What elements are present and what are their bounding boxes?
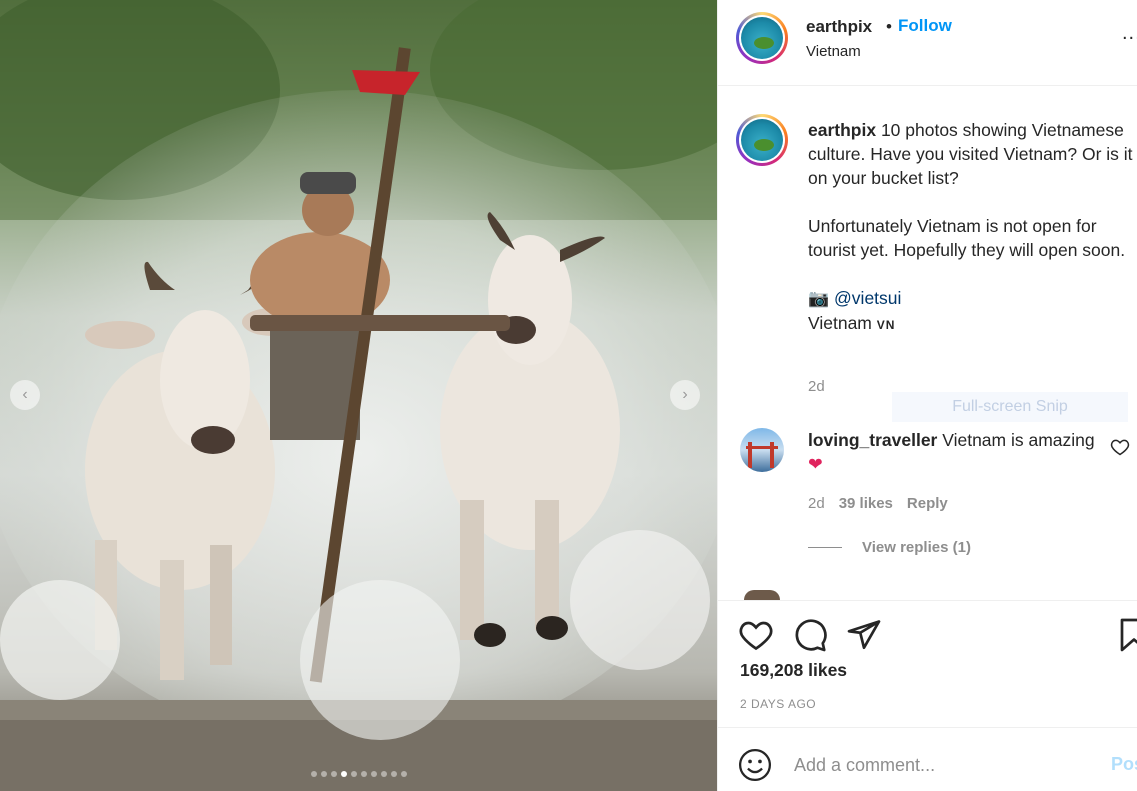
comment-likes[interactable]: 39 likes [839,495,893,512]
caption-location-line: Vietnam VN [808,311,1133,337]
view-replies-label: View replies (1) [862,539,971,556]
comment-meta: 2d 39 likes Reply [808,495,948,512]
comment-input[interactable] [794,752,1094,778]
mention-link[interactable]: @vietsui [834,288,901,308]
carousel-dot [360,771,367,777]
share-icon[interactable] [846,617,882,653]
chevron-right-icon: › [682,386,688,403]
caption-location-text: Vietnam [808,313,872,333]
bookmark-icon[interactable] [1116,617,1137,653]
caption-avatar[interactable] [736,114,788,166]
replies-divider [808,547,842,548]
view-replies-button[interactable]: View replies (1) [808,539,971,556]
caption-credit: 📷 @vietsui [808,286,1133,311]
post-photo[interactable]: ‹ › [0,0,717,791]
post-timestamp[interactable]: 2 DAYS AGO [740,697,816,711]
carousel-next-button[interactable]: › [670,380,700,410]
chevron-left-icon: ‹ [22,386,28,403]
commenter-avatar[interactable] [740,428,784,472]
caption-timestamp[interactable]: 2d [808,378,825,395]
carousel-dot [390,771,397,777]
carousel-prev-button[interactable]: ‹ [10,380,40,410]
comment-body: Vietnam is amazing [937,430,1095,450]
carousel-dot [340,771,347,777]
carousel-dot [400,771,407,777]
carousel-dot [380,771,387,777]
comment-text: loving_traveller Vietnam is amazing ❤ [808,428,1108,476]
follow-button[interactable]: Follow [898,16,952,36]
instagram-post-view: ‹ › earthpix • Follow Vietnam ... [0,0,1137,791]
comment-timestamp[interactable]: 2d [808,495,825,512]
reply-button[interactable]: Reply [907,495,948,512]
carousel-dot [320,771,327,777]
emoji-icon[interactable] [738,748,772,782]
post-side-panel: earthpix • Follow Vietnam ... earthpix 1… [717,0,1137,791]
camera-icon: 📷 [808,289,830,308]
photo-illustration [0,0,717,791]
carousel-dots [0,771,717,777]
action-bar [718,600,1137,660]
comment-username[interactable]: loving_traveller [808,430,937,450]
post-caption: earthpix 10 photos showing Vietnamese cu… [808,118,1133,337]
red-heart-icon: ❤ [808,454,823,474]
earth-globe-icon [741,17,783,59]
more-options-icon[interactable]: ... [1122,22,1137,45]
full-screen-snip-overlay[interactable]: Full-screen Snip [892,392,1128,422]
caption-paragraph-1: earthpix 10 photos showing Vietnamese cu… [808,118,1133,190]
caption-paragraph-2: Unfortunately Vietnam is not open for to… [808,216,1126,260]
carousel-dot [370,771,377,777]
comment-composer: Post [718,727,1137,791]
post-comment-button[interactable]: Post [1111,754,1137,775]
carousel-dot [310,771,317,777]
carousel-dot [330,771,337,777]
carousel-dot [350,771,357,777]
next-comment-avatar-peek [744,590,780,600]
comment-like-icon[interactable] [1110,437,1130,457]
likes-count[interactable]: 169,208 likes [740,660,847,681]
like-icon[interactable] [738,617,774,653]
vietnam-flag-icon: VN [876,318,896,332]
header-location[interactable]: Vietnam [806,43,861,60]
post-header: earthpix • Follow Vietnam ... [718,0,1137,86]
earth-globe-icon [741,119,783,161]
comment-icon[interactable] [792,617,828,653]
caption-username[interactable]: earthpix [808,120,876,140]
header-username[interactable]: earthpix [806,17,872,37]
header-bullet: • [886,17,892,36]
avatar[interactable] [736,12,788,64]
